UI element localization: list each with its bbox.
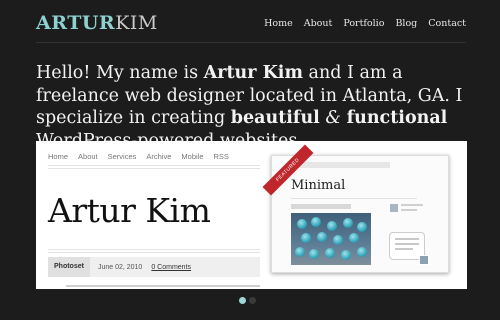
nav-portfolio[interactable]: Portfolio	[343, 18, 384, 29]
thumb-divider	[291, 198, 417, 199]
portfolio-showcase[interactable]: Home About Services Archive Mobile RSS A…	[36, 141, 467, 289]
preview-divider	[48, 165, 260, 166]
nav-home[interactable]: Home	[264, 18, 293, 29]
sidebar-line	[401, 209, 417, 211]
main-nav: Home About Portfolio Blog Contact	[264, 18, 466, 29]
nav-blog[interactable]: Blog	[395, 18, 417, 29]
preview-nav-item: Home	[48, 152, 69, 161]
nav-contact[interactable]: Contact	[428, 18, 466, 29]
intro-text: Hello! My name is Artur Kim and I am a f…	[36, 62, 472, 152]
nav-about[interactable]: About	[304, 18, 333, 29]
preview-nav-item: Mobile	[181, 152, 204, 161]
thumb-photo-caption	[291, 204, 351, 209]
preview-divider	[48, 249, 260, 250]
slider-dot-1[interactable]	[239, 297, 246, 304]
preview-nav-item: Archive	[146, 152, 172, 161]
logo-first: ARTUR	[36, 12, 116, 34]
preview-post-meta: Photoset June 02, 2010 0 Comments	[48, 257, 260, 277]
post-comments-link: 0 Comments	[151, 263, 192, 271]
thumb-title: Minimal	[291, 178, 346, 193]
logo-second: KIM	[115, 12, 158, 34]
preview-nav-item: RSS	[213, 152, 229, 161]
slider-pagination	[239, 297, 256, 304]
site-logo[interactable]: ARTURKIM	[36, 12, 158, 34]
intro-strong-2: functional	[346, 108, 448, 128]
intro-name: Artur Kim	[203, 63, 303, 83]
intro-strong-1: beautiful	[230, 108, 320, 128]
slider-dot-2[interactable]	[249, 297, 256, 304]
cupcakes-photo	[291, 213, 371, 265]
preview-divider	[48, 252, 260, 253]
intro-part-1: Hello! My name is	[36, 63, 204, 83]
header-divider	[36, 42, 466, 43]
comment-bubble	[389, 232, 429, 265]
intro-ampersand: &	[325, 108, 341, 128]
post-date: June 02, 2010	[97, 263, 143, 271]
preview-site-title: Artur Kim	[48, 191, 211, 230]
featured-theme-thumbnail[interactable]: FEATURED Minimal	[262, 144, 449, 273]
thumb-nav-bar	[290, 162, 390, 168]
post-category: Photoset	[48, 257, 90, 277]
preview-nav-item: About	[78, 152, 98, 161]
author-avatar	[390, 204, 398, 212]
preview-nav-item: Services	[107, 152, 137, 161]
preview-nav: Home About Services Archive Mobile RSS	[48, 152, 229, 161]
sidebar-line	[401, 204, 423, 206]
preview-divider	[48, 168, 260, 169]
preview-divider	[66, 285, 260, 287]
